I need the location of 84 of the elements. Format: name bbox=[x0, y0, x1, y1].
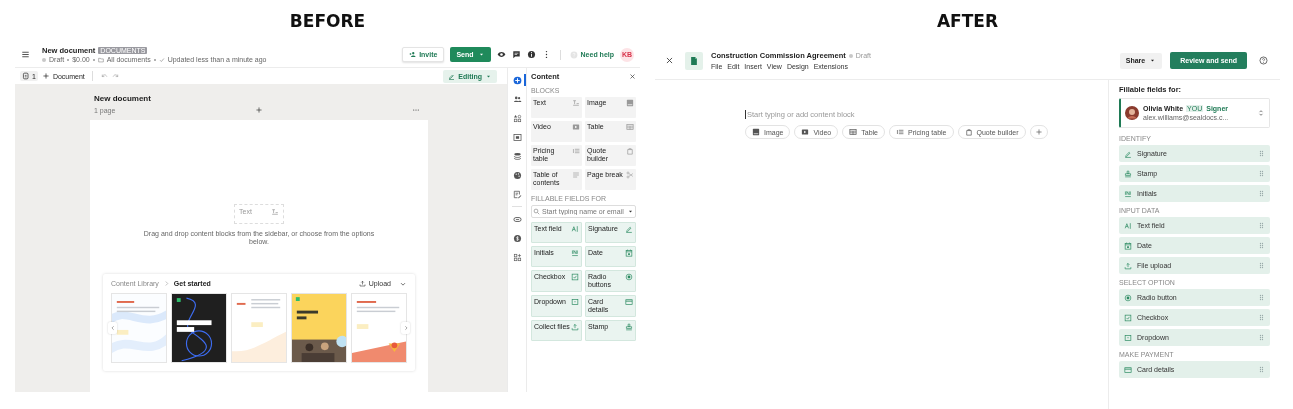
document-heading: New document bbox=[94, 94, 151, 103]
comment-icon[interactable] bbox=[511, 50, 521, 59]
close-icon[interactable] bbox=[629, 73, 636, 80]
text-cursor bbox=[745, 110, 746, 119]
drag-handle-icon bbox=[1258, 262, 1265, 269]
help-icon[interactable] bbox=[1259, 56, 1268, 65]
frame-icon bbox=[512, 132, 522, 142]
palette-icon bbox=[512, 170, 522, 180]
caret-icon bbox=[627, 208, 634, 215]
drag-handle-icon bbox=[1258, 294, 1265, 301]
image-icon bbox=[626, 99, 634, 107]
lines-icon bbox=[572, 171, 580, 179]
pen-icon bbox=[625, 225, 633, 233]
info-icon[interactable] bbox=[526, 50, 536, 59]
play-icon bbox=[801, 128, 810, 136]
page-icon bbox=[22, 72, 30, 80]
checkbox-icon bbox=[1124, 313, 1132, 322]
close-icon[interactable] bbox=[665, 56, 674, 65]
upload-icon bbox=[1124, 261, 1132, 270]
pencil-icon bbox=[448, 72, 456, 80]
document-icon bbox=[685, 51, 703, 70]
underline-icon bbox=[571, 249, 579, 257]
menu-icon[interactable] bbox=[21, 50, 30, 59]
dropdown-icon bbox=[571, 298, 579, 306]
list-icon bbox=[896, 128, 904, 136]
folder-icon bbox=[97, 56, 104, 63]
bag-icon bbox=[964, 128, 973, 136]
plus-icon bbox=[1034, 128, 1043, 136]
lines-icon bbox=[572, 99, 580, 107]
scissors-icon bbox=[626, 171, 634, 179]
eye-icon[interactable] bbox=[496, 50, 506, 59]
calendar-icon bbox=[625, 249, 633, 257]
people-icon bbox=[512, 94, 522, 104]
plus-icon[interactable] bbox=[255, 106, 263, 114]
radio-icon bbox=[625, 273, 633, 281]
avatar bbox=[1125, 106, 1139, 120]
drag-handle-icon bbox=[1258, 366, 1265, 373]
upload-icon bbox=[571, 323, 579, 331]
apps-icon bbox=[512, 252, 522, 262]
document-edit-icon bbox=[512, 189, 522, 199]
upload-icon bbox=[358, 280, 366, 287]
pen-icon bbox=[1124, 149, 1132, 158]
status-dot bbox=[42, 57, 46, 62]
chevron-up-down-icon bbox=[1257, 109, 1265, 117]
drag-handle-icon bbox=[1258, 150, 1265, 157]
drag-handle-icon bbox=[1258, 190, 1265, 197]
drag-handle-icon bbox=[1258, 222, 1265, 229]
list-icon bbox=[572, 147, 580, 155]
dropdown-icon bbox=[1124, 333, 1132, 342]
cursor-icon bbox=[1124, 221, 1132, 230]
chevron-left-icon bbox=[109, 325, 116, 331]
help-icon bbox=[569, 50, 578, 59]
play-icon bbox=[572, 123, 580, 131]
panel-heading: BEFORE bbox=[289, 11, 366, 31]
chevron-right-icon bbox=[402, 325, 409, 331]
stamp-icon bbox=[1124, 169, 1132, 178]
underline-icon bbox=[1124, 189, 1132, 198]
image-icon bbox=[752, 128, 760, 136]
table-icon bbox=[626, 123, 634, 131]
cursor-icon bbox=[571, 225, 579, 233]
calendar-icon bbox=[1124, 241, 1132, 250]
drag-handle-icon bbox=[1258, 334, 1265, 341]
database-icon bbox=[512, 151, 522, 161]
drag-handle-icon bbox=[1258, 242, 1265, 249]
plus-circle-icon bbox=[512, 75, 522, 85]
shapes-icon bbox=[512, 113, 522, 123]
radio-icon bbox=[1124, 293, 1132, 302]
search-icon bbox=[533, 208, 540, 215]
person-add-icon bbox=[409, 51, 417, 58]
coin-icon bbox=[512, 233, 522, 243]
panel-heading: AFTER bbox=[936, 11, 999, 31]
drag-handle-icon bbox=[1258, 314, 1265, 321]
bag-icon bbox=[626, 147, 634, 155]
lines-icon bbox=[271, 208, 279, 216]
table-icon bbox=[849, 128, 858, 136]
status-dot bbox=[848, 53, 853, 58]
card-icon bbox=[1124, 365, 1132, 374]
plus-icon bbox=[41, 72, 50, 80]
check-icon bbox=[158, 56, 165, 63]
stamp-icon bbox=[625, 323, 633, 331]
checkbox-icon bbox=[571, 273, 579, 281]
card-icon bbox=[625, 298, 633, 306]
drag-handle-icon bbox=[1258, 170, 1265, 177]
link-icon bbox=[512, 214, 522, 224]
